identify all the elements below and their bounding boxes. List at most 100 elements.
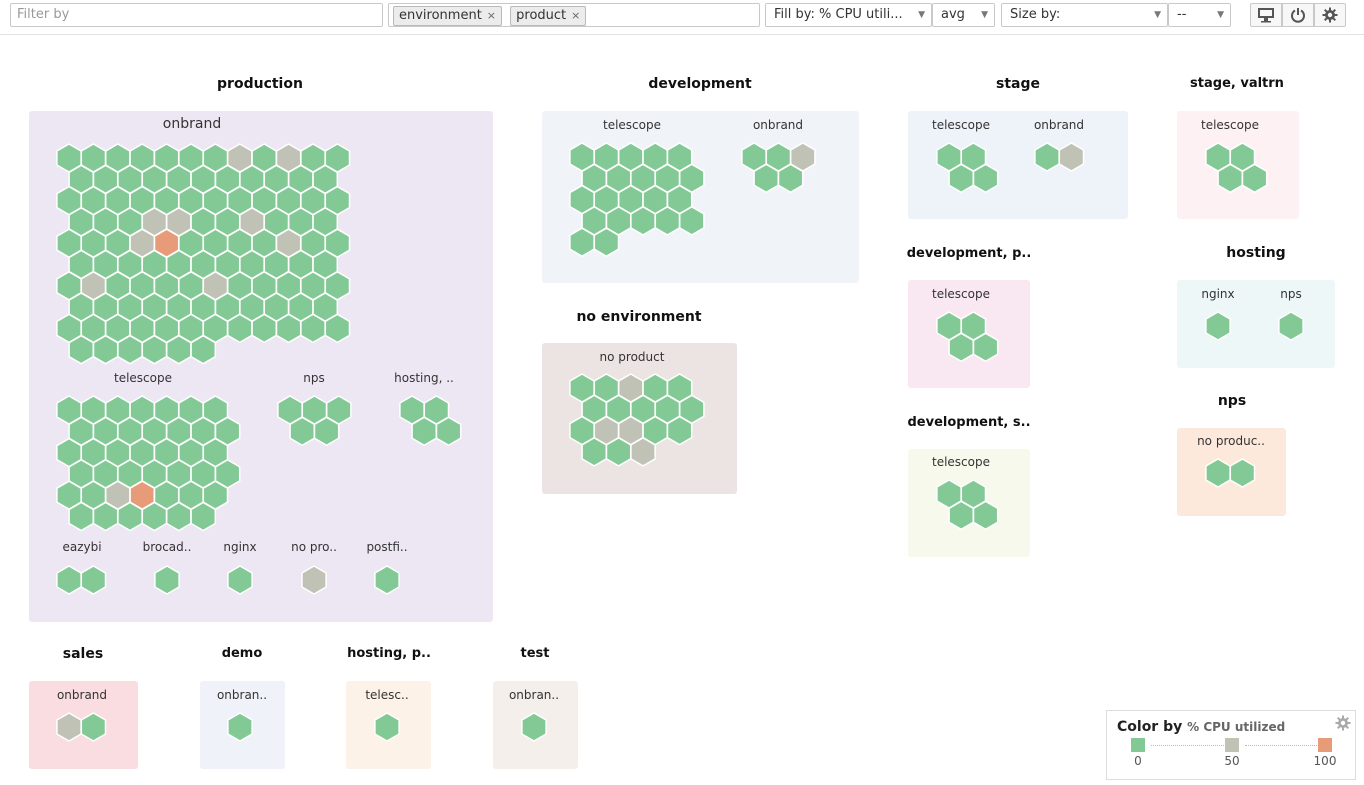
host-hexagon[interactable] [227, 565, 253, 595]
subgroup-label: hosting, .. [394, 371, 454, 385]
group-title: nps [1217, 393, 1247, 409]
host-hexagon[interactable] [226, 313, 253, 344]
tag-input[interactable]: environment × product × [388, 3, 760, 27]
host-hexagon[interactable] [190, 501, 217, 532]
size-agg-label: -- [1177, 7, 1187, 22]
size-by-select[interactable]: Size by: ▼ [1001, 3, 1168, 27]
host-hexagon[interactable] [1205, 458, 1231, 488]
host-hexagon[interactable] [313, 416, 340, 447]
subgroup-label: telescope [932, 287, 990, 301]
tag-environment[interactable]: environment × [393, 6, 503, 26]
host-hexagon[interactable] [1278, 311, 1304, 341]
host-hexagon[interactable] [68, 501, 95, 532]
group-title: no environment [576, 309, 702, 325]
host-hexagon[interactable] [300, 313, 326, 344]
subgroup-label: onbrand [162, 116, 222, 132]
host-hexagon[interactable] [190, 334, 217, 365]
host-hexagon[interactable] [1217, 163, 1244, 194]
legend-swatch-mid [1225, 738, 1239, 752]
fill-by-select[interactable]: Fill by: % CPU utili... ▼ [765, 3, 932, 27]
host-hexagon[interactable] [1229, 458, 1256, 488]
host-hexagon[interactable] [521, 712, 547, 742]
legend-metric: % CPU utilized [1187, 720, 1286, 734]
power-button[interactable] [1282, 3, 1314, 27]
size-aggregation-select[interactable]: -- ▼ [1168, 3, 1231, 27]
host-hexagon[interactable] [569, 227, 595, 258]
fill-by-label: Fill by: % CPU utili... [774, 7, 903, 22]
subgroup-label: no product [599, 350, 665, 364]
host-hexagon[interactable] [948, 500, 975, 531]
host-hexagon[interactable] [80, 565, 107, 595]
legend-divider [1151, 745, 1226, 746]
host-hexagon[interactable] [117, 334, 143, 365]
legend-label-low: 0 [1134, 754, 1142, 768]
remove-tag-icon[interactable]: × [571, 9, 580, 22]
host-hexagon[interactable] [68, 334, 95, 365]
power-icon [1291, 8, 1305, 23]
gear-icon[interactable] [1335, 715, 1351, 731]
subgroup-label: nps [1280, 287, 1302, 301]
host-hexagon[interactable] [630, 206, 656, 236]
host-hexagon[interactable] [165, 334, 192, 365]
host-hexagon[interactable] [56, 565, 82, 595]
fill-aggregation-select[interactable]: avg ▼ [932, 3, 995, 27]
group-title: development, s.. [907, 415, 1031, 430]
group-title: stage [996, 76, 1040, 92]
group-title: stage, valtrn [1190, 76, 1284, 91]
host-hexagon[interactable] [972, 500, 999, 531]
host-hexagon[interactable] [154, 565, 180, 595]
host-hexagon[interactable] [275, 313, 302, 344]
group-title: development [648, 76, 752, 92]
host-hexagon[interactable] [1205, 311, 1231, 341]
host-hexagon[interactable] [972, 163, 999, 194]
host-hexagon[interactable] [1241, 163, 1268, 194]
host-hexagon[interactable] [165, 501, 192, 532]
host-hexagon[interactable] [666, 415, 693, 446]
host-hexagon[interactable] [435, 416, 462, 447]
host-hexagon[interactable] [630, 437, 656, 467]
host-hexagon[interactable] [227, 712, 253, 742]
host-hexagon[interactable] [411, 416, 438, 447]
host-hexagon[interactable] [141, 501, 168, 532]
host-hexagon[interactable] [301, 565, 327, 595]
host-hexagon[interactable] [374, 565, 400, 595]
host-hexagon[interactable] [581, 437, 608, 467]
host-hexagon[interactable] [654, 206, 681, 236]
host-hexagon[interactable] [948, 332, 975, 363]
dropdown-arrow-icon: ▼ [1154, 10, 1161, 20]
host-hexagon[interactable] [374, 712, 400, 742]
host-hexagon[interactable] [1034, 142, 1060, 172]
tag-product[interactable]: product × [510, 6, 587, 26]
subgroup-label: telescope [114, 371, 172, 385]
monitor-button[interactable] [1250, 3, 1282, 27]
host-hexagon[interactable] [56, 712, 82, 742]
host-hexagon[interactable] [753, 163, 780, 194]
host-hexagon[interactable] [289, 416, 316, 447]
host-hexagon[interactable] [80, 712, 107, 742]
size-by-label: Size by: [1010, 7, 1061, 22]
host-hexagon[interactable] [141, 334, 168, 365]
toolbar: Filter by environment × product × Fill by:… [0, 0, 1364, 35]
host-hexagon[interactable] [777, 163, 804, 194]
settings-button[interactable] [1314, 3, 1346, 27]
host-hexagon[interactable] [92, 501, 119, 532]
host-hexagon[interactable] [605, 437, 632, 467]
host-hexagon[interactable] [948, 163, 975, 194]
host-hexagon[interactable] [593, 227, 620, 258]
host-hexagon[interactable] [678, 206, 705, 236]
legend-swatch-high [1318, 738, 1332, 752]
host-hexagon[interactable] [324, 313, 351, 344]
filter-input[interactable]: Filter by [10, 3, 383, 27]
remove-tag-icon[interactable]: × [487, 9, 496, 22]
subgroup-label: onbran.. [508, 688, 560, 702]
host-hexagon[interactable] [92, 334, 119, 365]
host-hexagon[interactable] [251, 313, 278, 344]
host-hexagon[interactable] [117, 501, 143, 532]
gear-icon [1322, 7, 1338, 23]
tag-label: environment [399, 8, 482, 23]
subgroup-label: onbran.. [216, 688, 268, 702]
color-legend: Color by % CPU utilized 0 50 100 [1106, 710, 1356, 780]
host-hexagon[interactable] [1058, 142, 1085, 172]
host-hexagon[interactable] [972, 332, 999, 363]
legend-title: Color by % CPU utilized [1117, 719, 1285, 735]
